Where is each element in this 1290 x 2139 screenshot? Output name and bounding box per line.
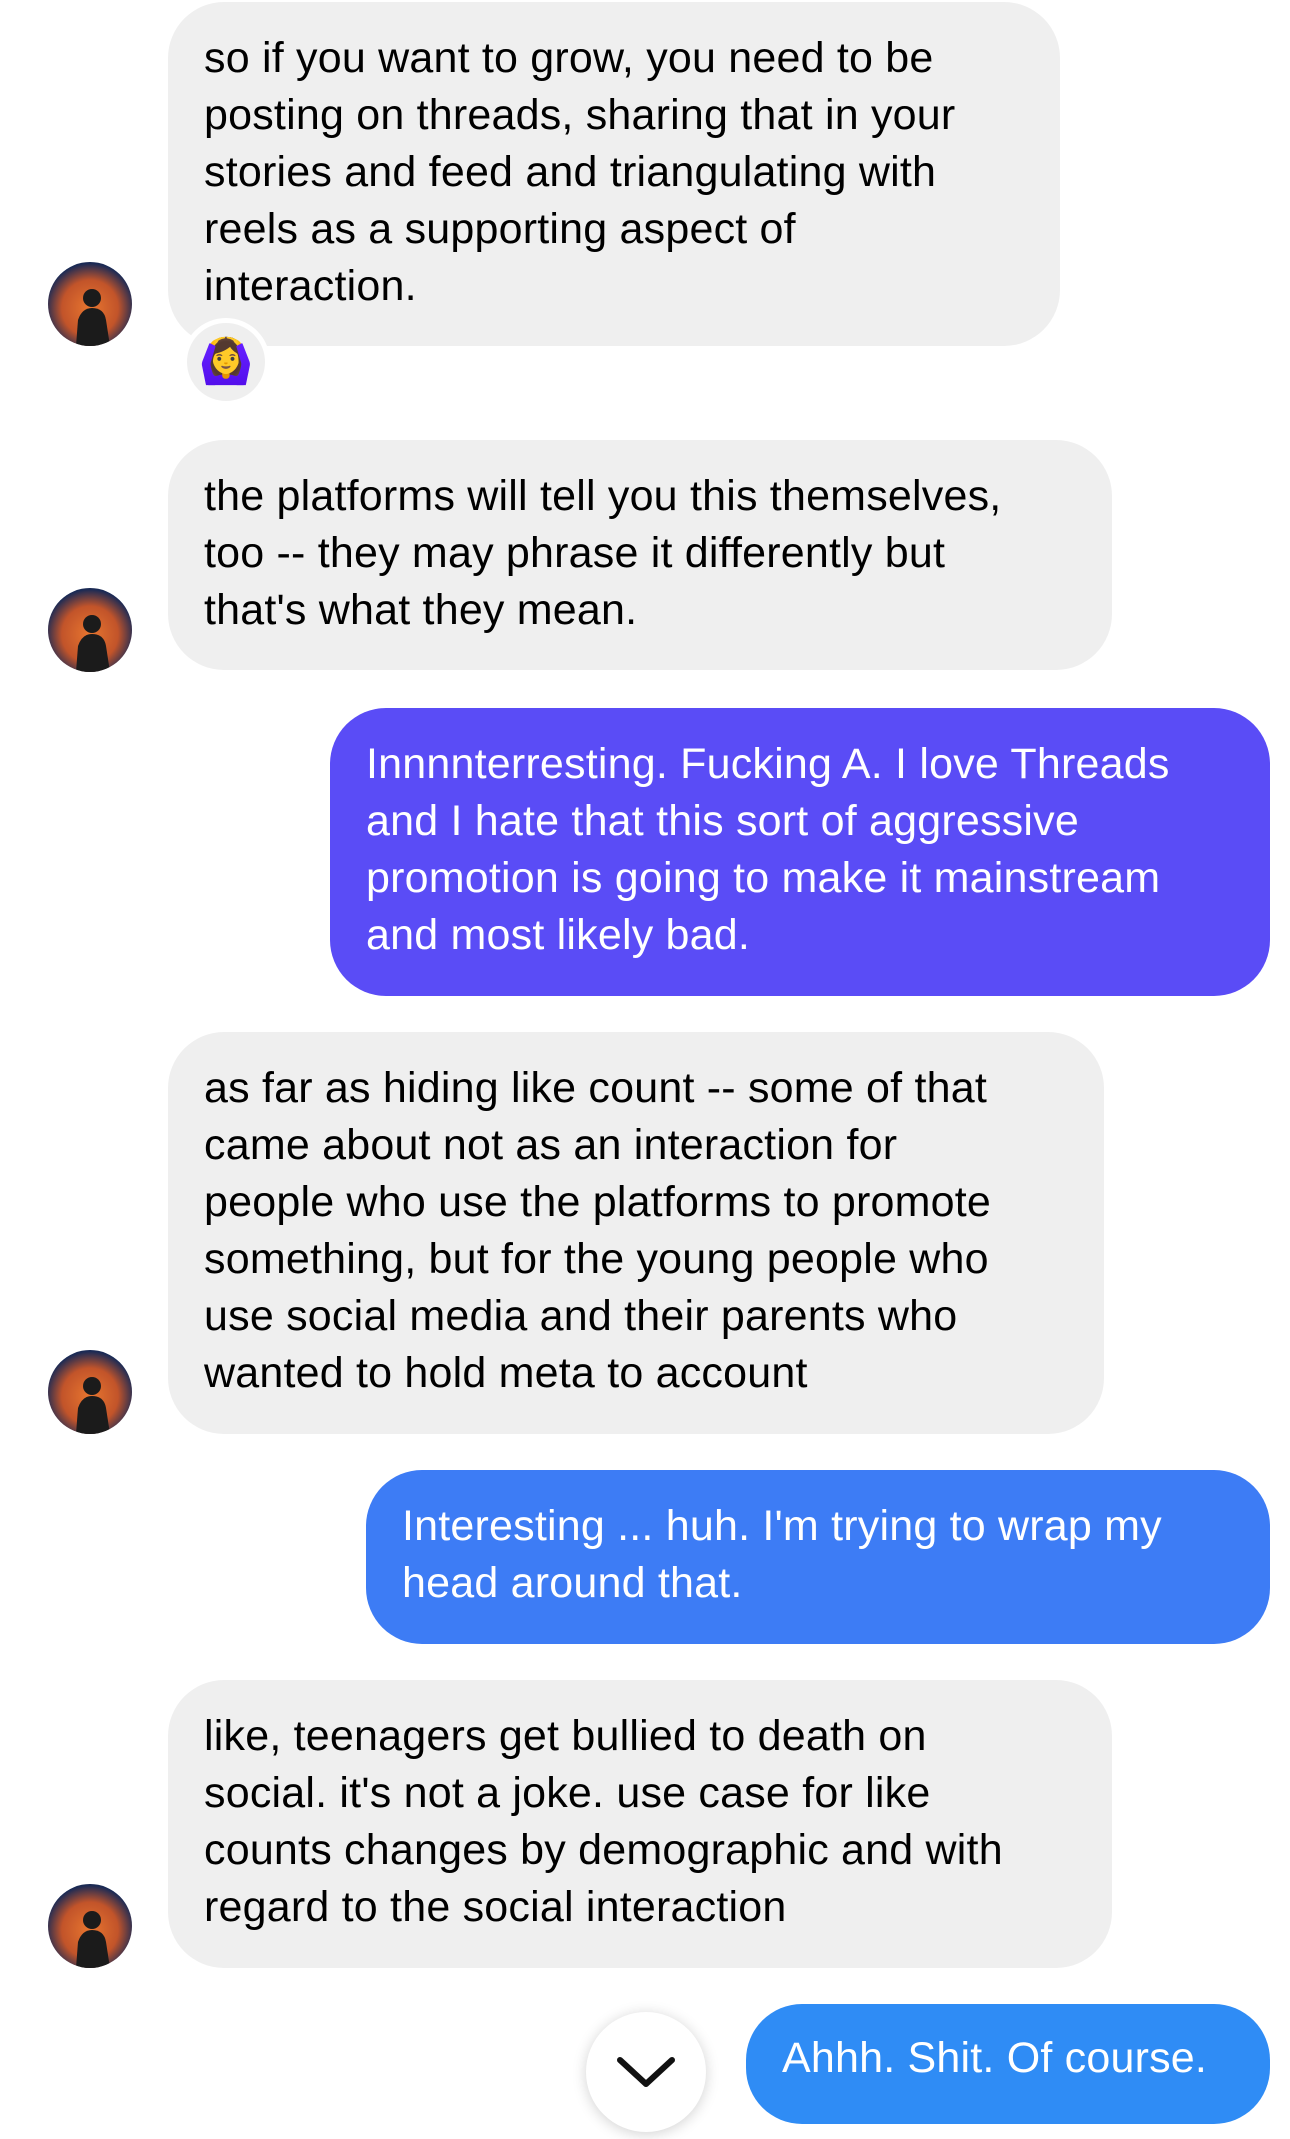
outgoing-message[interactable]: Innnnterresting. Fucking A. I love Threa… [330,708,1270,996]
outgoing-message[interactable]: Ahhh. Shit. Of course. [746,2004,1270,2124]
avatar[interactable] [48,262,132,346]
avatar[interactable] [48,1884,132,1968]
message-reaction[interactable]: 🙆‍♀️ [182,318,270,406]
person-silhouette-icon [76,615,110,672]
outgoing-message[interactable]: Interesting ... huh. I'm trying to wrap … [366,1470,1270,1644]
chevron-down-icon [617,2057,675,2087]
incoming-message[interactable]: the platforms will tell you this themsel… [168,440,1112,670]
reaction-emoji: 🙆‍♀️ [198,337,254,386]
incoming-message[interactable]: so if you want to grow, you need to be p… [168,2,1060,346]
incoming-message[interactable]: like, teenagers get bullied to death on … [168,1680,1112,1968]
person-silhouette-icon [76,1911,110,1968]
avatar[interactable] [48,1350,132,1434]
person-silhouette-icon [76,289,110,346]
avatar[interactable] [48,588,132,672]
incoming-message[interactable]: as far as hiding like count -- some of t… [168,1032,1104,1434]
person-silhouette-icon [76,1377,110,1434]
scroll-to-bottom-button[interactable] [586,2012,706,2132]
